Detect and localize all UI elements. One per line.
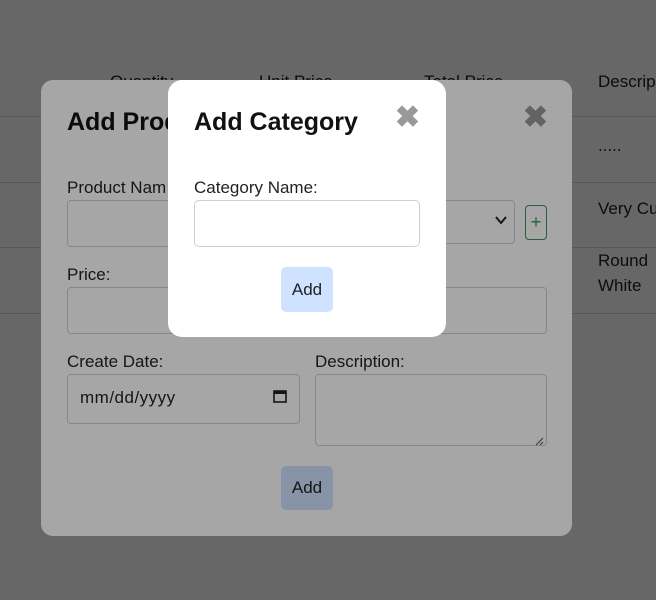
add-category-modal: Add Category ✖ Category Name: Add: [168, 80, 446, 337]
add-category-submit-button[interactable]: Add: [281, 267, 333, 312]
close-icon[interactable]: ✖: [395, 100, 420, 135]
category-name-label: Category Name:: [194, 178, 318, 197]
add-category-title: Add Category: [194, 108, 358, 136]
category-name-input[interactable]: [194, 200, 420, 247]
